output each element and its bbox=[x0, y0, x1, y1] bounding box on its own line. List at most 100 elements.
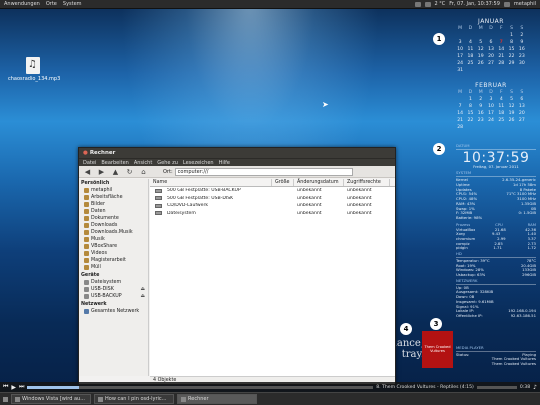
calendar-day[interactable]: 9 bbox=[476, 104, 486, 109]
calendar-day[interactable]: 25 bbox=[465, 61, 475, 66]
calendar-day[interactable]: 7 bbox=[455, 104, 465, 109]
calendar-day[interactable]: 20 bbox=[486, 54, 496, 59]
calendar-day[interactable]: 19 bbox=[506, 111, 516, 116]
calendar-day[interactable]: 21 bbox=[496, 54, 506, 59]
sidebar-item[interactable]: Müll bbox=[79, 264, 148, 271]
taskbar-button[interactable]: How can I pin osd-lyric... bbox=[94, 394, 174, 404]
menu-item[interactable]: Gehe zu bbox=[157, 160, 178, 166]
calendar-day[interactable]: 6 bbox=[486, 40, 496, 45]
calendar-day[interactable]: 25 bbox=[496, 118, 506, 123]
calendar-day[interactable]: 23 bbox=[517, 54, 527, 59]
calendar-day[interactable]: 22 bbox=[506, 54, 516, 59]
calendar-day[interactable]: 13 bbox=[517, 104, 527, 109]
calendar-day[interactable]: 17 bbox=[455, 54, 465, 59]
calendar-day[interactable]: 13 bbox=[486, 47, 496, 52]
calendar-day[interactable]: 9 bbox=[517, 40, 527, 45]
track-progress[interactable] bbox=[27, 385, 374, 389]
calendar-day[interactable]: 18 bbox=[496, 111, 506, 116]
calendar-day[interactable]: 8 bbox=[506, 40, 516, 45]
sidebar-item[interactable]: USB-DISK ⏏ bbox=[79, 286, 148, 293]
calendar-day[interactable]: 27 bbox=[486, 61, 496, 66]
calendar-day[interactable]: 5 bbox=[506, 97, 516, 102]
menu-item[interactable]: Ansicht bbox=[134, 160, 152, 166]
sidebar-item[interactable]: Musik bbox=[79, 236, 148, 243]
menu-item[interactable]: Hilfe bbox=[219, 160, 230, 166]
eject-icon[interactable]: ⏏ bbox=[140, 294, 145, 299]
table-row[interactable]: Dateisystem unbekannt unbekannt bbox=[150, 210, 395, 218]
calendar-day[interactable]: 5 bbox=[476, 40, 486, 45]
menu-item[interactable]: Datei bbox=[83, 160, 96, 166]
table-row[interactable]: CD/DVD-Laufwerk unbekannt unbekannt bbox=[150, 202, 395, 210]
show-desktop-icon[interactable] bbox=[3, 396, 8, 402]
column-modified[interactable]: Änderungsdatum bbox=[294, 179, 344, 186]
home-icon[interactable]: ⌂ bbox=[139, 168, 148, 176]
column-size[interactable]: Größe bbox=[272, 179, 294, 186]
column-name[interactable]: Name bbox=[150, 179, 272, 186]
sidebar-item[interactable]: Videos bbox=[79, 250, 148, 257]
sidebar-item[interactable]: metaphil bbox=[79, 187, 148, 194]
menu-item[interactable]: Bearbeiten bbox=[101, 160, 128, 166]
calendar-day[interactable]: 12 bbox=[506, 104, 516, 109]
panel-clock[interactable]: Fr, 07. Jan, 10:37:59 bbox=[449, 1, 500, 7]
sidebar-item[interactable]: Dateisystem bbox=[79, 279, 148, 286]
calendar-day[interactable]: 2 bbox=[517, 33, 527, 38]
calendar-day[interactable]: 18 bbox=[465, 54, 475, 59]
sidebar-item[interactable]: Downloads bbox=[79, 222, 148, 229]
calendar-day[interactable]: 26 bbox=[476, 61, 486, 66]
back-icon[interactable]: ◀ bbox=[83, 168, 92, 176]
calendar-day[interactable]: 10 bbox=[486, 104, 496, 109]
calendar-day[interactable]: 19 bbox=[476, 54, 486, 59]
calendar-day[interactable]: 24 bbox=[486, 118, 496, 123]
sidebar-item[interactable]: VBoxShare bbox=[79, 243, 148, 250]
calendar-day[interactable]: 14 bbox=[496, 47, 506, 52]
sidebar-item[interactable]: Bilder bbox=[79, 201, 148, 208]
table-row[interactable]: 500 GB Festplatte: USB-DISK unbekannt unbe… bbox=[150, 195, 395, 203]
calendar-day[interactable]: 29 bbox=[506, 61, 516, 66]
table-row[interactable]: 500 GB Festplatte: USB-BACKUP unbekannt un… bbox=[150, 187, 395, 195]
calendar-day[interactable]: 3 bbox=[455, 40, 465, 45]
calendar-day[interactable]: 6 bbox=[517, 97, 527, 102]
calendar-day[interactable]: 15 bbox=[506, 47, 516, 52]
next-icon[interactable]: ⏭ bbox=[19, 383, 24, 391]
menu-applications[interactable]: Anwendungen bbox=[4, 1, 40, 7]
sidebar-item[interactable]: Downloads.Musik bbox=[79, 229, 148, 236]
calendar-day[interactable]: 1 bbox=[506, 33, 516, 38]
play-icon[interactable]: ▶ bbox=[11, 384, 16, 391]
calendar-day[interactable]: 24 bbox=[455, 61, 465, 66]
forward-icon[interactable]: ▶ bbox=[97, 168, 106, 176]
volume-icon[interactable] bbox=[424, 1, 431, 7]
calendar-day[interactable]: 27 bbox=[517, 118, 527, 123]
calendar-day[interactable]: 2 bbox=[476, 97, 486, 102]
network-icon[interactable] bbox=[414, 1, 421, 7]
calendar-day[interactable]: 4 bbox=[465, 40, 475, 45]
sidebar-item[interactable]: Arbeitsfläche bbox=[79, 194, 148, 201]
calendar-day[interactable]: 11 bbox=[465, 47, 475, 52]
menu-system[interactable]: System bbox=[63, 1, 82, 7]
previous-icon[interactable]: ⏮ bbox=[3, 383, 8, 391]
calendar-day[interactable]: 30 bbox=[517, 61, 527, 66]
sidebar-item[interactable]: USB-BACKUP ⏏ bbox=[79, 293, 148, 300]
sidebar-item[interactable]: Dokumente bbox=[79, 215, 148, 222]
calendar-day[interactable]: 22 bbox=[465, 118, 475, 123]
sidebar-item[interactable]: Daten bbox=[79, 208, 148, 215]
menu-places[interactable]: Orte bbox=[46, 1, 57, 7]
up-icon[interactable]: ▲ bbox=[111, 168, 120, 176]
calendar-day[interactable]: 20 bbox=[517, 111, 527, 116]
taskbar-button[interactable]: Rechner bbox=[177, 394, 257, 404]
calendar-day[interactable]: 3 bbox=[486, 97, 496, 102]
calendar-day[interactable]: 1 bbox=[465, 97, 475, 102]
calendar-day[interactable]: 7 bbox=[496, 40, 506, 45]
calendar-day[interactable]: 28 bbox=[455, 125, 465, 130]
calendar-day[interactable]: 11 bbox=[496, 104, 506, 109]
taskbar-button[interactable]: Windows Vista [wird au... bbox=[11, 394, 91, 404]
calendar-day[interactable]: 16 bbox=[476, 111, 486, 116]
calendar-day[interactable]: 10 bbox=[455, 47, 465, 52]
calendar-day[interactable]: 8 bbox=[465, 104, 475, 109]
calendar-day[interactable]: 16 bbox=[517, 47, 527, 52]
weather-temp[interactable]: 2 °C bbox=[435, 1, 446, 7]
column-permissions[interactable]: Zugriffsrechte bbox=[344, 179, 390, 186]
seek-bar[interactable] bbox=[476, 385, 517, 389]
close-icon[interactable]: ● bbox=[83, 150, 88, 156]
calendar-day[interactable]: 15 bbox=[465, 111, 475, 116]
calendar-day[interactable]: 17 bbox=[486, 111, 496, 116]
